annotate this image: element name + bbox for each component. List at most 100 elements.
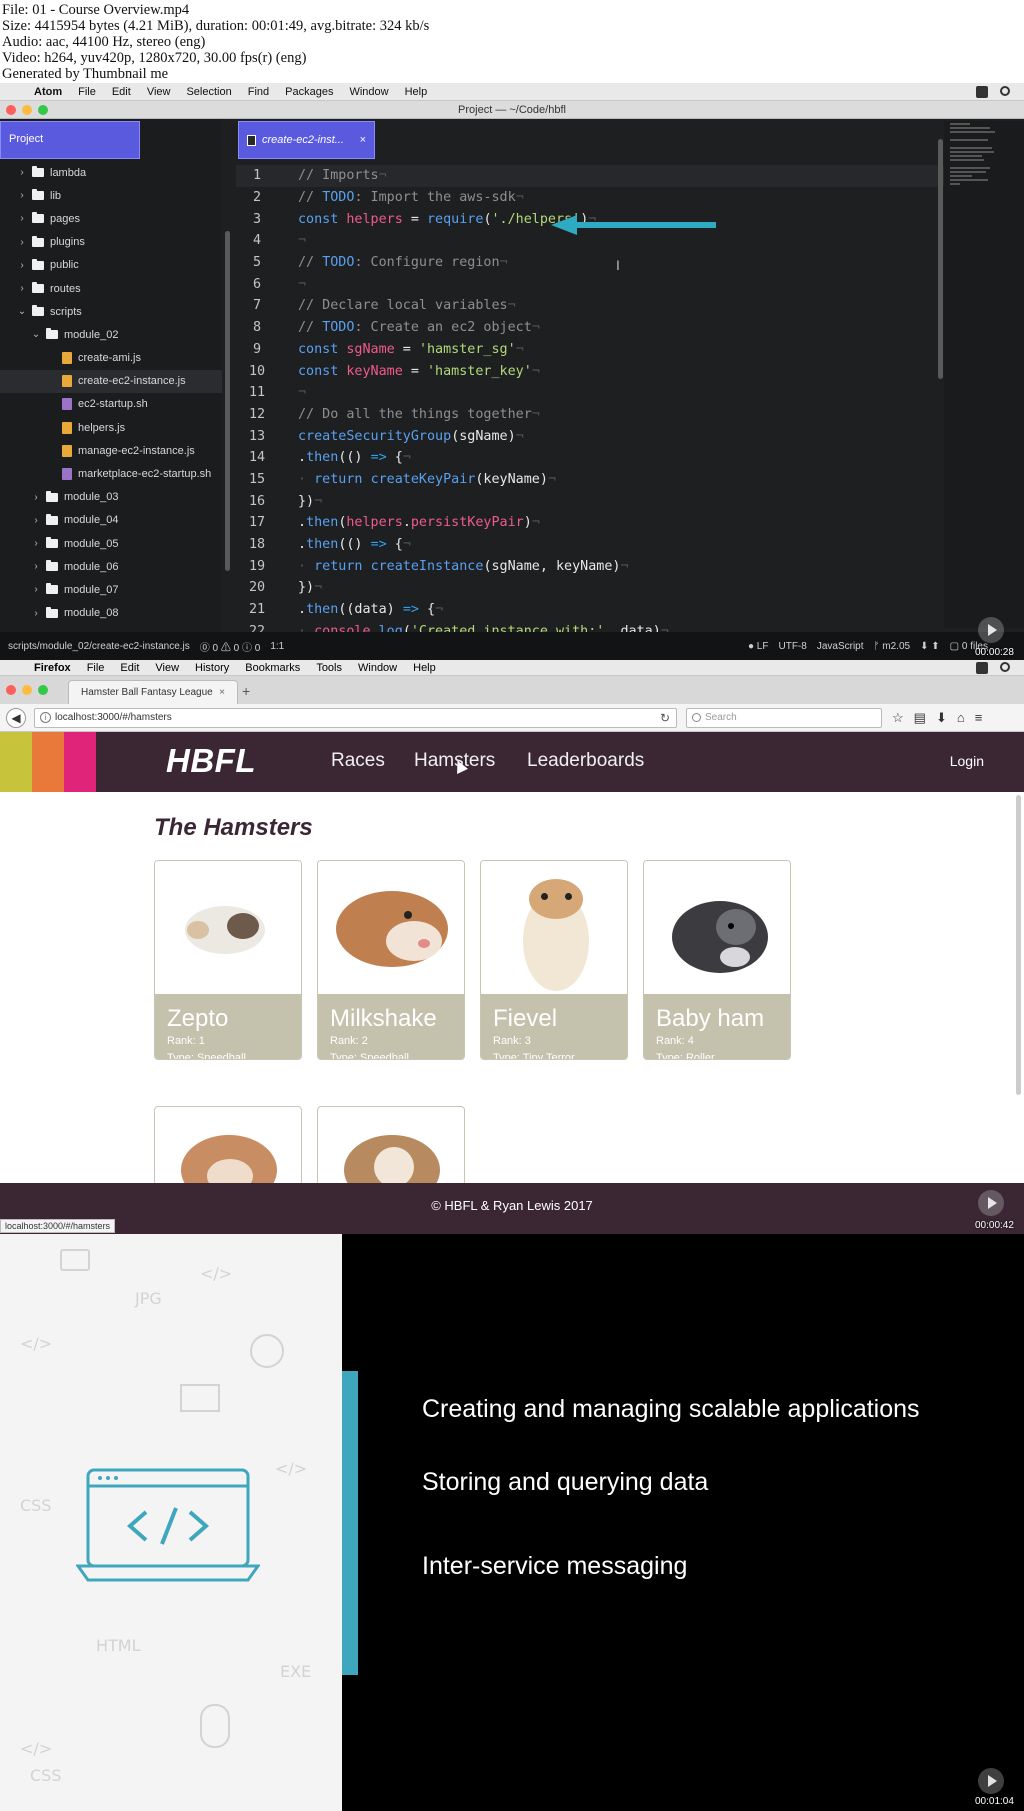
tree-item[interactable]: helpers.js [0, 416, 222, 439]
chevron-down-icon[interactable]: ⌄ [30, 329, 42, 340]
tab-create-ec2-instance[interactable]: create-ec2-inst... × [238, 121, 375, 159]
reload-icon[interactable]: ↻ [660, 711, 670, 725]
hamster-card[interactable]: Fievel Rank: 3 Type: Tiny Terror [480, 860, 628, 1060]
menu-atom[interactable]: Atom [26, 86, 70, 98]
login-link[interactable]: Login [950, 753, 984, 769]
back-button[interactable]: ◀ [6, 708, 26, 728]
editor-scrollbar[interactable] [938, 139, 943, 379]
menu-history[interactable]: History [187, 662, 237, 674]
tree-scrollbar[interactable] [225, 231, 230, 571]
menu-window[interactable]: Window [350, 662, 405, 674]
code-line[interactable]: 18 .then(() => {¬ [236, 534, 948, 556]
menu-packages[interactable]: Packages [277, 86, 341, 98]
screen-icon[interactable] [976, 85, 988, 98]
status-grammar[interactable]: JavaScript [817, 641, 864, 652]
site-logo[interactable]: HBFL [166, 742, 256, 780]
code-line[interactable]: 9 const sgName = 'hamster_sg'¬ [236, 339, 948, 361]
tab-close-icon[interactable]: × [219, 687, 225, 698]
code-line[interactable]: 13 createSecurityGroup(sgName)¬ [236, 425, 948, 447]
minimize-window-button[interactable] [22, 105, 32, 115]
tree-item[interactable]: create-ec2-instance.js [0, 369, 222, 393]
url-bar[interactable]: i localhost:3000/#/hamsters ↻ [34, 708, 677, 728]
chevron-right-icon[interactable]: › [16, 260, 28, 271]
chevron-right-icon[interactable]: › [16, 167, 28, 178]
chevron-down-icon[interactable]: ⌄ [16, 306, 28, 317]
page-scrollbar[interactable] [1016, 795, 1021, 1095]
menu-file[interactable]: File [79, 662, 113, 674]
tab-close-icon[interactable]: × [360, 134, 366, 146]
tree-item[interactable]: › lib [0, 184, 222, 207]
status-encoding[interactable]: UTF-8 [778, 641, 806, 652]
chevron-right-icon[interactable]: › [30, 492, 42, 503]
code-line[interactable]: 11 ¬ [236, 382, 948, 404]
chevron-right-icon[interactable]: › [30, 561, 42, 572]
code-lines[interactable]: 1// Imports¬ 2// TODO: Import the aws-sdk… [236, 165, 948, 642]
status-git-sync[interactable]: ⬇ ⬆ [920, 641, 940, 652]
code-line[interactable]: 21 .then((data) => {¬ [236, 599, 948, 621]
menu-firefox[interactable]: Firefox [26, 662, 79, 674]
menu-selection[interactable]: Selection [178, 86, 239, 98]
tree-item[interactable]: ⌄ scripts [0, 300, 222, 323]
code-line[interactable]: 1 // Imports¬ [236, 165, 948, 187]
hamster-card[interactable]: Zepto Rank: 1 Type: Speedball [154, 860, 302, 1060]
chevron-right-icon[interactable]: › [30, 608, 42, 619]
nav-races[interactable]: Races [331, 750, 385, 772]
close-window-button[interactable] [6, 105, 16, 115]
library-icon[interactable]: ▤ [914, 710, 926, 726]
menu-tools[interactable]: Tools [308, 662, 350, 674]
tree-item[interactable]: manage-ec2-instance.js [0, 439, 222, 462]
minimize-window-button[interactable] [22, 685, 32, 695]
screen-icon[interactable] [976, 661, 988, 674]
code-line[interactable]: 2 // TODO: Import the aws-sdk¬ [236, 187, 948, 209]
tree-item[interactable]: ec2-startup.sh [0, 393, 222, 416]
code-line[interactable]: 7 // Declare local variables¬ [236, 295, 948, 317]
hamster-card[interactable]: Milkshake Rank: 2 Type: Speedball [317, 860, 465, 1060]
browser-tab[interactable]: Hamster Ball Fantasy League × [68, 680, 238, 704]
chevron-right-icon[interactable]: › [16, 213, 28, 224]
status-file-path[interactable]: scripts/module_02/create-ec2-instance.js [8, 641, 190, 652]
tree-item[interactable]: › lambda [0, 161, 222, 184]
menu-edit[interactable]: Edit [112, 662, 147, 674]
code-line[interactable]: 17 .then(helpers.persistKeyPair)¬ [236, 512, 948, 534]
hamster-card-partial[interactable] [154, 1106, 302, 1186]
chevron-right-icon[interactable]: › [30, 515, 42, 526]
chevron-right-icon[interactable]: › [16, 190, 28, 201]
menu-help[interactable]: Help [397, 86, 436, 98]
minimap[interactable] [944, 121, 1024, 628]
tree-item[interactable]: › module_05 [0, 532, 222, 555]
zoom-window-button[interactable] [38, 685, 48, 695]
code-line[interactable]: 16})¬ [236, 490, 948, 512]
chevron-right-icon[interactable]: › [30, 538, 42, 549]
home-icon[interactable]: ⌂ [957, 710, 965, 726]
tree-item[interactable]: › routes [0, 277, 222, 300]
zoom-window-button[interactable] [38, 105, 48, 115]
chevron-right-icon[interactable]: › [16, 283, 28, 294]
new-tab-button[interactable]: + [242, 683, 250, 699]
tree-item[interactable]: › module_07 [0, 578, 222, 601]
menu-view[interactable]: View [139, 86, 179, 98]
bookmark-star-icon[interactable]: ☆ [892, 710, 904, 726]
browser-search-input[interactable]: Search [686, 708, 882, 728]
download-icon[interactable]: ⬇ [936, 710, 947, 726]
status-git-branch[interactable]: ᚠ m2.05 [874, 641, 911, 652]
menu-edit[interactable]: Edit [104, 86, 139, 98]
nav-leaderboards[interactable]: Leaderboards [527, 750, 644, 772]
menu-bookmarks[interactable]: Bookmarks [237, 662, 308, 674]
tree-item[interactable]: › module_03 [0, 486, 222, 509]
code-line[interactable]: 19 · return createInstance(sgName, keyNam… [236, 555, 948, 577]
code-editor[interactable]: create-ec2-inst... × 1// Imports¬ 2// TOD… [236, 119, 948, 639]
status-diagnostics[interactable]: ⓪ 0 ⚠ 0 ⓘ 0 [200, 639, 261, 654]
status-line-ending[interactable]: ● LF [748, 641, 769, 652]
code-line[interactable]: 6 ¬ [236, 273, 948, 295]
code-line[interactable]: 12 // Do all the things together¬ [236, 404, 948, 426]
tree-item[interactable]: ⌄ module_02 [0, 323, 222, 346]
status-cursor-position[interactable]: 1:1 [270, 641, 284, 652]
spotlight-search-icon[interactable] [1000, 661, 1010, 672]
spotlight-search-icon[interactable] [1000, 85, 1010, 96]
tree-item[interactable]: › module_06 [0, 555, 222, 578]
code-line[interactable]: 14 .then(() => {¬ [236, 447, 948, 469]
tree-item[interactable]: › pages [0, 207, 222, 230]
menu-help[interactable]: Help [405, 662, 444, 674]
code-line[interactable]: 8 // TODO: Create an ec2 object¬ [236, 317, 948, 339]
menu-window[interactable]: Window [341, 86, 396, 98]
